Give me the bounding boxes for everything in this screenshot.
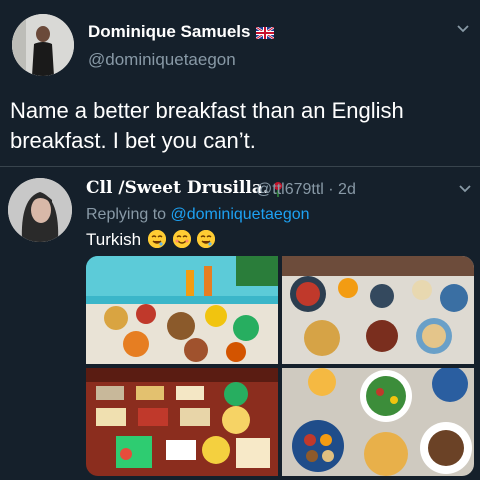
reply-text-content: Turkish — [86, 230, 142, 249]
turkish-breakfast-spread-photo[interactable] — [282, 256, 474, 364]
avatar-drusilla[interactable] — [8, 178, 72, 242]
uk-flag-icon — [256, 26, 275, 39]
drooling-face-icon — [197, 230, 216, 248]
mention-link[interactable]: @dominiquetaegon — [171, 206, 310, 223]
reply-author-name-text[interactable]: Cll /Sweet Drusilla. — [86, 178, 269, 198]
avatar-dominique[interactable] — [12, 14, 74, 76]
author-name[interactable]: Dominique Samuels — [88, 22, 275, 42]
chevron-down-icon[interactable] — [456, 24, 470, 34]
turkish-breakfast-plates-photo[interactable] — [282, 368, 474, 476]
author-name-text[interactable]: Dominique Samuels — [88, 22, 250, 41]
drooling-face-icon — [147, 230, 166, 248]
reply-author-handle[interactable]: @ttl679ttl · 2d — [256, 181, 356, 199]
turkish-breakfast-poolside-photo[interactable] — [86, 256, 278, 364]
tweet-text: Name a better breakfast than an English … — [10, 98, 404, 153]
chevron-down-icon[interactable] — [458, 184, 472, 194]
smiling-face-icon — [172, 230, 191, 248]
reply-text: Turkish — [86, 230, 216, 250]
photo-grid — [86, 256, 474, 476]
reply-author-name[interactable]: Cll /Sweet Drusilla. — [86, 178, 285, 198]
turkish-breakfast-table-photo[interactable] — [86, 368, 278, 476]
author-handle[interactable]: @dominiquetaegon — [88, 50, 236, 70]
divider — [0, 166, 480, 167]
replying-to-line: Replying to @dominiquetaegon — [86, 206, 310, 224]
replying-to-label: Replying to — [86, 206, 167, 223]
